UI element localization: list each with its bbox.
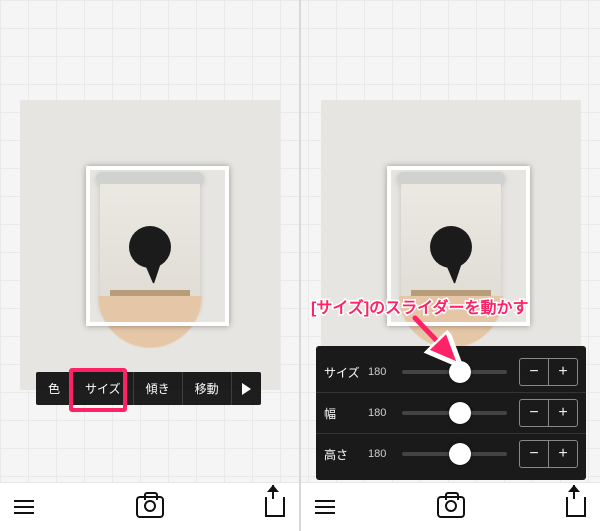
- menu-icon[interactable]: [315, 506, 335, 508]
- slider-knob[interactable]: [449, 443, 471, 465]
- slider-value: 180: [368, 448, 396, 460]
- phone-right: サイズ180−+幅180−+高さ180−+ [サイズ]のスライダーを動かす: [299, 0, 600, 531]
- menu-icon[interactable]: [14, 506, 34, 508]
- phone-left: 色 サイズ 傾き 移動: [0, 0, 299, 531]
- tab-move[interactable]: 移動: [183, 372, 232, 405]
- camera-icon[interactable]: [437, 496, 465, 518]
- slider-label: サイズ: [324, 364, 362, 381]
- tab-tilt[interactable]: 傾き: [134, 372, 183, 405]
- slider-value: 180: [368, 366, 396, 378]
- edit-tabs: 色 サイズ 傾き 移動: [36, 372, 261, 405]
- camera-icon[interactable]: [136, 496, 164, 518]
- tab-next[interactable]: [232, 372, 261, 405]
- step-minus[interactable]: −: [519, 440, 548, 468]
- play-icon: [242, 383, 251, 395]
- tab-size[interactable]: サイズ: [73, 372, 134, 405]
- share-icon[interactable]: [265, 497, 285, 517]
- bottom-bar-left: [0, 482, 299, 531]
- step-plus[interactable]: +: [548, 440, 578, 468]
- step-plus[interactable]: +: [548, 358, 578, 386]
- bottom-bar-right: [301, 482, 600, 531]
- slider-row-2: 高さ 180 −+: [316, 433, 586, 474]
- step-plus[interactable]: +: [548, 399, 578, 427]
- share-icon[interactable]: [566, 497, 586, 517]
- slider-row-1: 幅 180 −+: [316, 392, 586, 433]
- photo-card: [20, 100, 280, 390]
- crop-frame[interactable]: [86, 166, 229, 326]
- step-minus[interactable]: −: [519, 399, 548, 427]
- canvas-left[interactable]: 色 サイズ 傾き 移動: [0, 0, 299, 482]
- slider-label: 高さ: [324, 446, 362, 463]
- tab-color[interactable]: 色: [36, 372, 73, 405]
- canvas-right[interactable]: サイズ180−+幅180−+高さ180−+ [サイズ]のスライダーを動かす: [301, 0, 600, 482]
- slider-track[interactable]: [402, 411, 507, 415]
- slider-label: 幅: [324, 405, 362, 422]
- step-minus[interactable]: −: [519, 358, 548, 386]
- slider-value: 180: [368, 407, 396, 419]
- slider-knob[interactable]: [449, 402, 471, 424]
- slider-track[interactable]: [402, 452, 507, 456]
